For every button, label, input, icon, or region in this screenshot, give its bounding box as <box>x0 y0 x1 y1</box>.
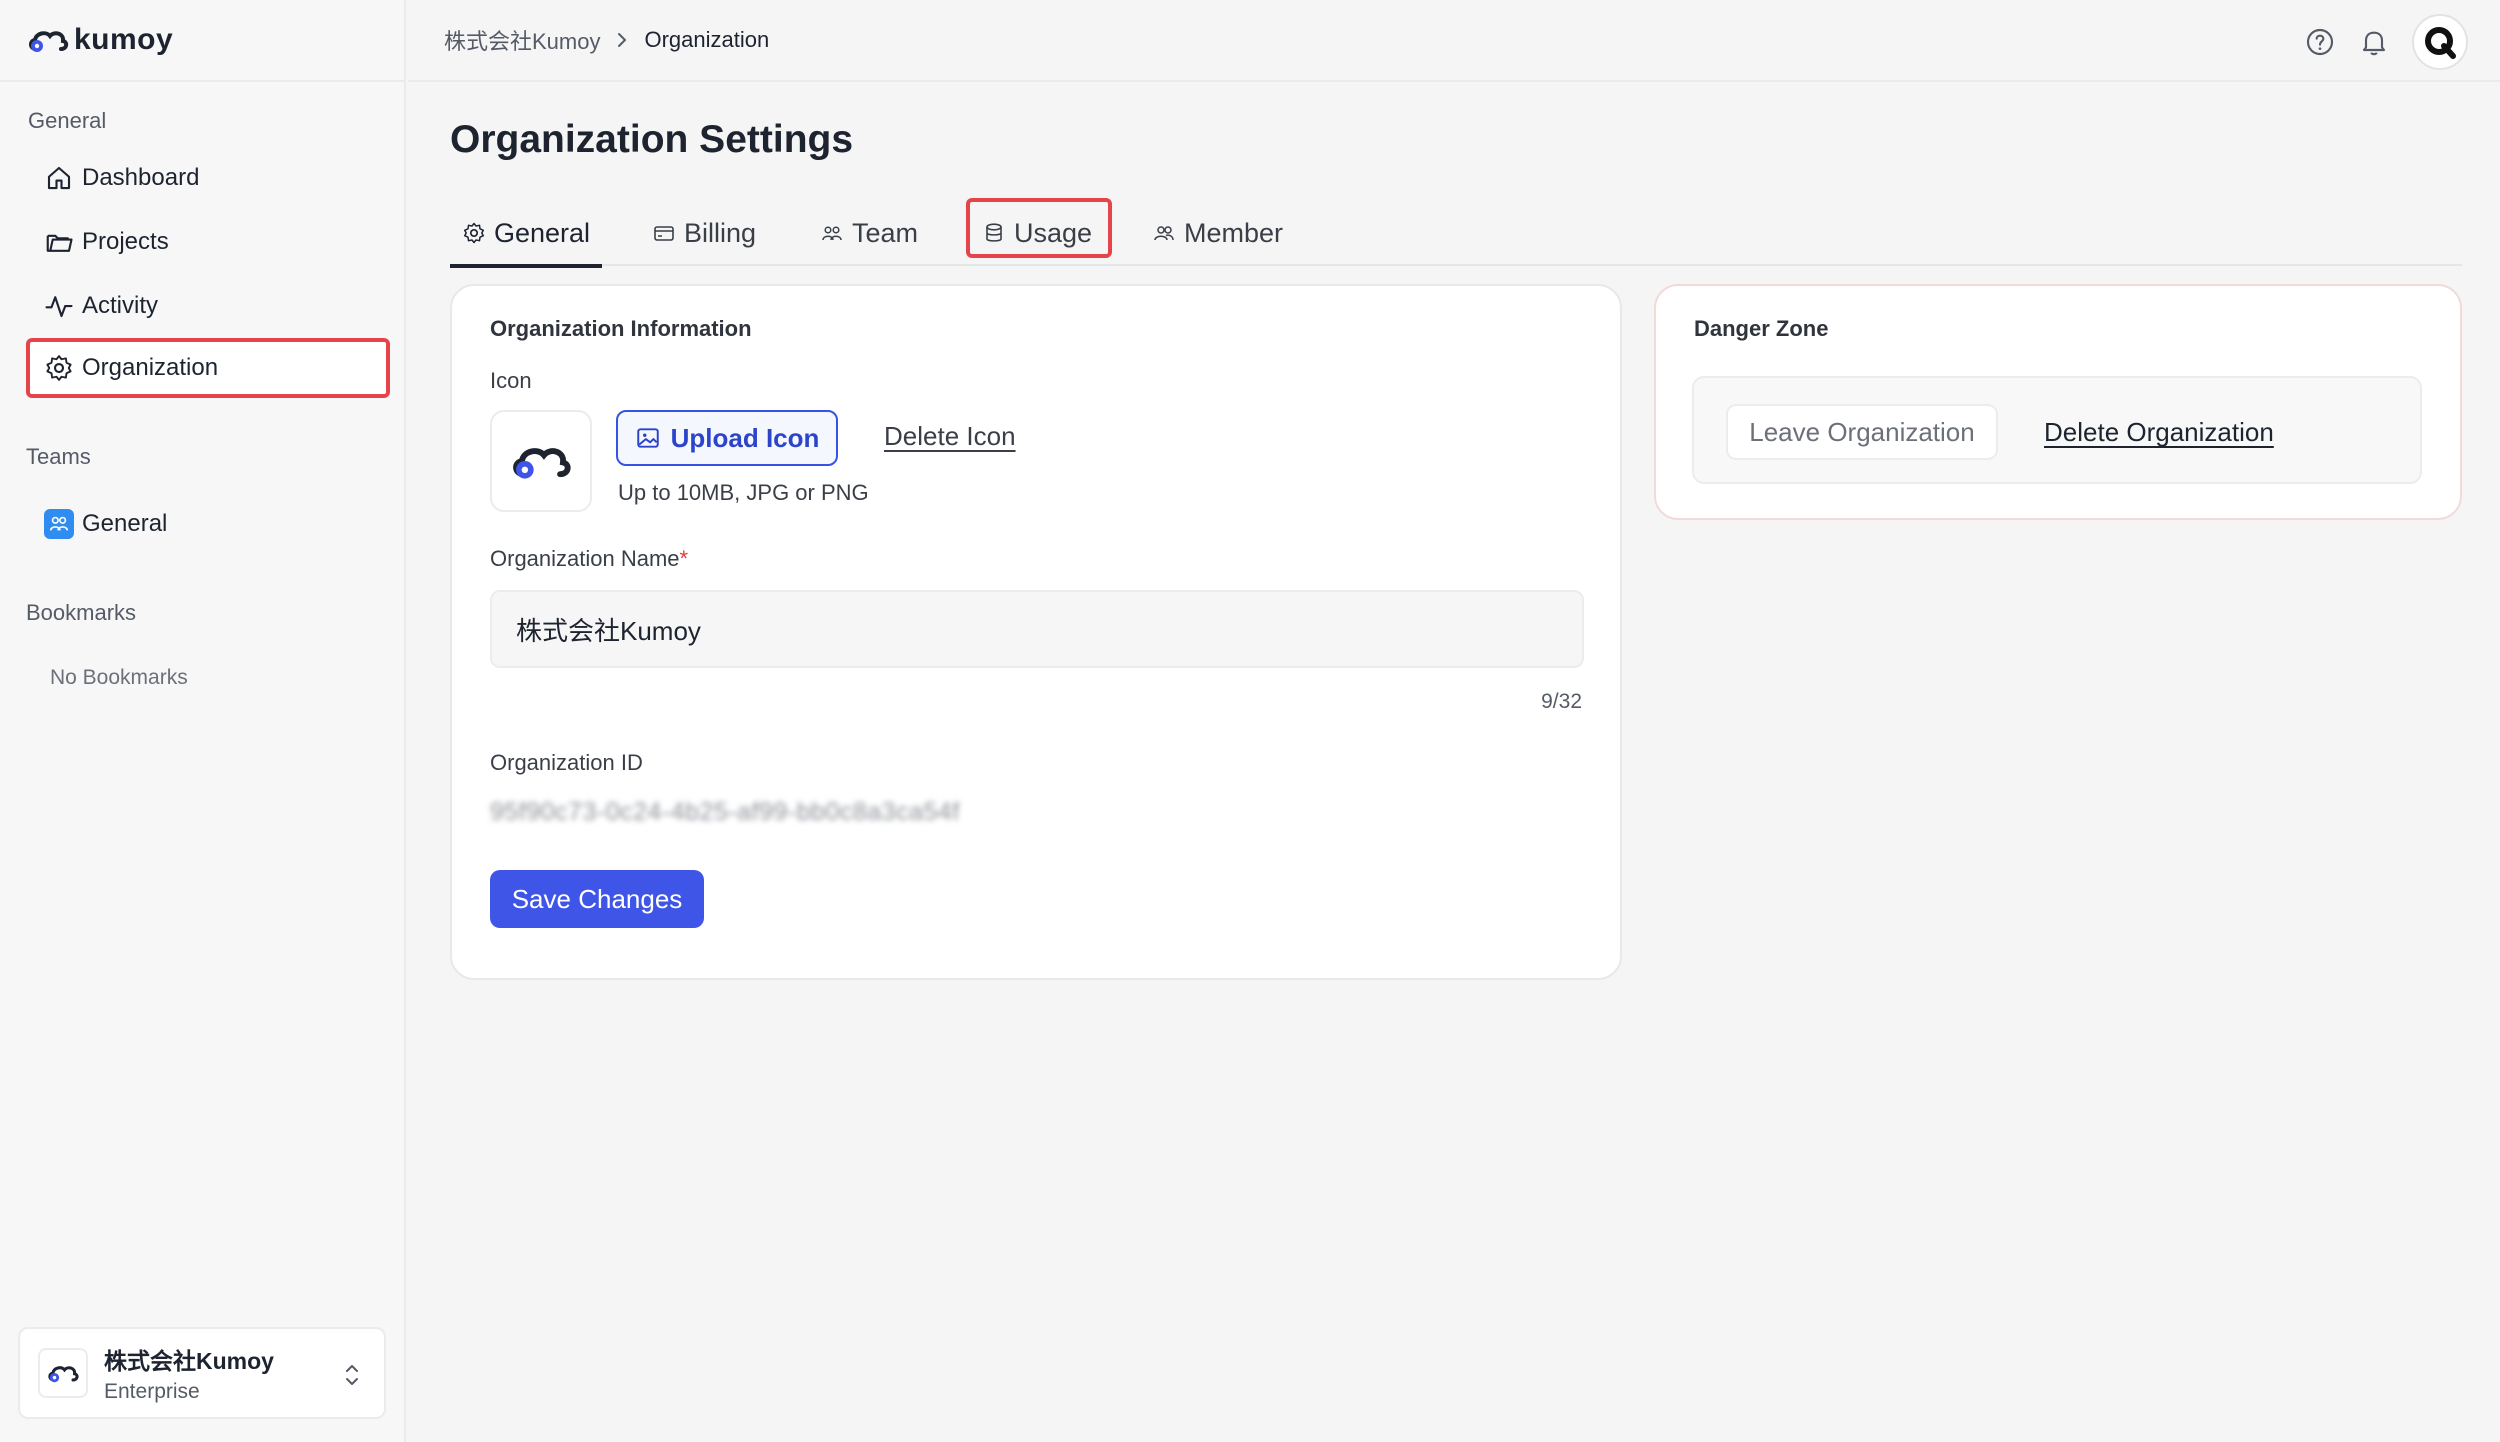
brand-name: kumoy <box>74 23 174 56</box>
tab-label: Billing <box>684 217 757 248</box>
sidebar-item-activity[interactable]: Activity <box>28 278 388 334</box>
section-label-bookmarks: Bookmarks <box>26 600 137 625</box>
tab-label: Member <box>1184 217 1284 248</box>
section-label-general: General <box>28 108 107 133</box>
org-icon-preview <box>490 410 592 512</box>
upload-hint: Up to 10MB, JPG or PNG <box>618 480 869 505</box>
breadcrumb-parent[interactable]: 株式会社Kumoy <box>444 24 600 56</box>
tab-team[interactable]: Team <box>820 200 918 266</box>
org-switcher-name: 株式会社Kumoy <box>104 1348 274 1374</box>
tab-label: General <box>494 217 591 248</box>
gear-icon <box>463 222 485 244</box>
card-title: Organization Information <box>490 316 752 341</box>
active-tab-indicator <box>450 264 602 268</box>
chevron-up-down-icon <box>346 1365 358 1385</box>
sidebar: kumoy General Dashboard Projects Activit… <box>0 0 406 1442</box>
bell-icon[interactable] <box>2358 26 2390 58</box>
topbar: 株式会社Kumoy Organization <box>408 0 2500 82</box>
sidebar-item-label: Projects <box>82 228 169 255</box>
breadcrumb: 株式会社Kumoy Organization <box>444 24 769 56</box>
sidebar-item-label: General <box>82 510 168 537</box>
logo[interactable]: kumoy <box>0 0 406 82</box>
users-icon <box>1154 226 1174 241</box>
sidebar-item-label: Organization <box>82 354 219 381</box>
home-icon <box>47 166 71 190</box>
kumoy-logo-icon <box>29 31 69 52</box>
sidebar-item-label: Activity <box>82 292 159 319</box>
org-switcher[interactable]: 株式会社Kumoy Enterprise <box>18 1327 386 1419</box>
folder-icon <box>46 234 73 252</box>
page-title: Organization Settings <box>450 118 854 161</box>
org-switcher-plan: Enterprise <box>104 1380 200 1403</box>
database-icon <box>986 223 1002 242</box>
image-icon <box>636 428 659 448</box>
sidebar-item-team-general[interactable]: General <box>28 496 388 552</box>
tab-label: Team <box>852 217 919 248</box>
org-name-counter: 9/32 <box>1541 690 1582 713</box>
tab-general[interactable]: General <box>462 200 590 266</box>
delete-icon-button[interactable]: Delete Icon <box>884 421 1016 452</box>
danger-zone-card: Danger Zone Leave Organization Delete Or… <box>1654 284 2462 520</box>
section-label-teams: Teams <box>26 444 91 469</box>
icon-label: Icon <box>490 368 532 393</box>
org-name-input[interactable]: 株式会社Kumoy <box>490 590 1584 668</box>
tab-label: Usage <box>1014 217 1093 248</box>
upload-icon-label: Upload Icon <box>670 422 820 453</box>
org-id-value: 95f90c73-0c24-4b25-af99-bb0c8a3ca54f <box>490 798 960 826</box>
sidebar-item-label: Dashboard <box>82 164 200 191</box>
card-icon <box>654 226 674 241</box>
user-avatar[interactable] <box>2412 14 2468 70</box>
org-avatar <box>38 1348 88 1398</box>
sidebar-item-organization[interactable]: Organization <box>28 340 388 396</box>
sidebar-item-dashboard[interactable]: Dashboard <box>28 150 388 206</box>
save-changes-button[interactable]: Save Changes <box>490 870 704 928</box>
org-name-label: Organization Name* <box>490 546 688 572</box>
tab-member[interactable]: Member <box>1152 200 1283 266</box>
settings-tabs: General Billing Team Usage Member <box>450 200 2462 268</box>
tab-billing[interactable]: Billing <box>652 200 756 266</box>
team-icon <box>44 509 74 539</box>
activity-icon <box>45 296 73 318</box>
gear-icon <box>46 355 72 381</box>
kumoy-logo-icon <box>48 1366 79 1383</box>
sidebar-item-projects[interactable]: Projects <box>28 214 388 270</box>
chevron-right-icon <box>618 33 627 47</box>
org-id-label: Organization ID <box>490 750 643 775</box>
team-icon <box>822 226 842 241</box>
breadcrumb-current: Organization <box>644 27 770 52</box>
tab-usage[interactable]: Usage <box>982 200 1092 266</box>
kumoy-logo-icon <box>513 448 571 479</box>
org-info-card: Organization Information Icon Upload Ico… <box>450 284 1622 980</box>
required-mark: * <box>679 546 689 571</box>
danger-actions: Leave Organization Delete Organization <box>1692 376 2422 484</box>
user-avatar-icon <box>2425 27 2456 59</box>
org-name-label-text: Organization Name <box>490 546 680 571</box>
no-bookmarks-text: No Bookmarks <box>50 666 188 689</box>
card-title: Danger Zone <box>1694 316 1829 341</box>
help-icon[interactable] <box>2304 26 2336 58</box>
leave-organization-button[interactable]: Leave Organization <box>1726 404 1998 460</box>
upload-icon-button[interactable]: Upload Icon <box>616 410 838 466</box>
delete-organization-button[interactable]: Delete Organization <box>2044 417 2274 448</box>
